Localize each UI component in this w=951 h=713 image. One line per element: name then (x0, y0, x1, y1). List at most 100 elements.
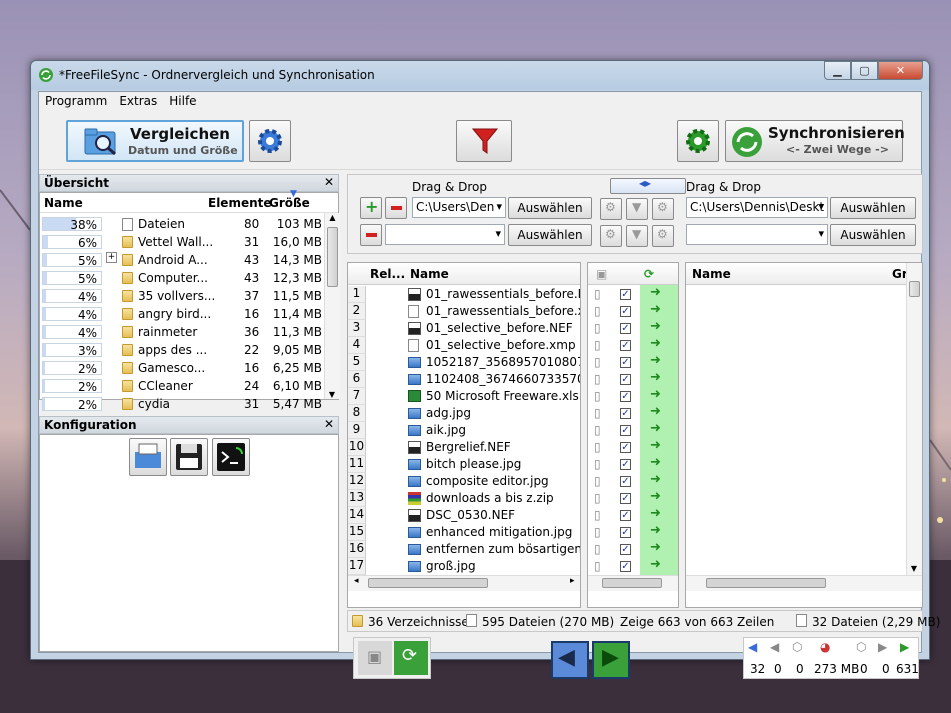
table-row[interactable]: 6 1102408_367466073357013_93 (348, 371, 580, 388)
overview-row[interactable]: 5% Computer... 43 12,3 MB (40, 269, 326, 287)
table-row[interactable]: 14 DSC_0530.NEF (348, 507, 580, 524)
copy-right-arrow-icon[interactable]: ➜ (650, 371, 663, 385)
left-select-button-2[interactable]: Auswählen (508, 224, 592, 246)
left-horizontal-scrollbar[interactable]: ◂ ▸ (348, 575, 580, 591)
copy-right-arrow-icon[interactable]: ➜ (650, 303, 663, 317)
action-row[interactable]: ▯ ✓ ➜ (588, 490, 678, 507)
include-checkbox[interactable]: ✓ (620, 527, 631, 538)
table-row[interactable]: 10 Bergrelief.NEF (348, 439, 580, 456)
action-row[interactable]: ▯ ✓ ➜ (588, 337, 678, 354)
scroll-right-icon[interactable]: ▸ (570, 576, 575, 586)
overview-row[interactable]: 4% 35 vollvers... 37 11,5 MB (40, 287, 326, 305)
overview-row[interactable]: 4% rainmeter 36 11,3 MB (40, 323, 326, 341)
copy-right-arrow-icon[interactable]: ➜ (650, 439, 663, 453)
col-elemente[interactable]: Elemente (208, 196, 272, 210)
table-row[interactable]: 8 adg.jpg (348, 405, 580, 422)
remove-folder-pair-button-2[interactable] (360, 224, 382, 246)
action-row[interactable]: ▯ ✓ ➜ (588, 473, 678, 490)
table-row[interactable]: 9 aik.jpg (348, 422, 580, 439)
copy-right-arrow-icon[interactable]: ➜ (650, 507, 663, 521)
overview-row[interactable]: 3% apps des ... 22 9,05 MB (40, 341, 326, 359)
action-row[interactable]: ▯ ✓ ➜ (588, 388, 678, 405)
table-row[interactable]: 1 01_rawessentials_before.NEF (348, 286, 580, 303)
batch-job-button[interactable] (212, 438, 250, 476)
close-button[interactable]: ✕ (878, 61, 923, 80)
right-folder-input[interactable]: C:\Users\Dennis\Deskt (686, 197, 828, 218)
scroll-thumb[interactable] (909, 281, 920, 297)
include-checkbox[interactable]: ✓ (620, 408, 631, 419)
include-checkbox[interactable]: ✓ (620, 306, 631, 317)
overview-row[interactable]: 38% Dateien 80 103 MB (40, 215, 326, 233)
scroll-down-icon[interactable]: ▼ (325, 390, 339, 399)
save-config-button[interactable] (170, 438, 208, 476)
hscroll-thumb[interactable] (706, 578, 826, 588)
include-checkbox[interactable]: ✓ (620, 493, 631, 504)
pair-sync-settings-button[interactable]: ⚙ (652, 198, 674, 220)
pair-settings-button[interactable]: ⚙ (600, 198, 622, 220)
menu-programm[interactable]: Programm (39, 92, 113, 112)
include-checkbox[interactable]: ✓ (620, 442, 631, 453)
action-row[interactable]: ▯ ✓ ➜ (588, 405, 678, 422)
copy-left-button[interactable]: ◀ (551, 641, 589, 679)
table-row[interactable]: 4 01_selective_before.xmp (348, 337, 580, 354)
action-row[interactable]: ▯ ✓ ➜ (588, 507, 678, 524)
include-checkbox[interactable]: ✓ (620, 425, 631, 436)
new-config-button[interactable] (129, 438, 167, 476)
minimize-button[interactable]: ▁ (824, 61, 851, 80)
pair-filter-button[interactable]: ▼ (626, 198, 648, 220)
overview-close-icon[interactable]: ✕ (324, 175, 334, 189)
table-row[interactable]: 3 01_selective_before.NEF (348, 320, 580, 337)
overview-row[interactable]: 5% + Android A... 43 14,3 MB (40, 251, 326, 269)
col-name[interactable]: Name (44, 196, 83, 210)
copy-right-button[interactable]: ▶ (592, 641, 630, 679)
col-name-right[interactable]: Name (692, 267, 731, 281)
copy-right-arrow-icon[interactable]: ➜ (650, 405, 663, 419)
action-row[interactable]: ▯ ✓ ➜ (588, 456, 678, 473)
action-row[interactable]: ▯ ✓ ➜ (588, 303, 678, 320)
maximize-button[interactable]: ▢ (851, 61, 878, 80)
include-checkbox[interactable]: ✓ (620, 459, 631, 470)
right-horizontal-scrollbar[interactable] (686, 575, 922, 591)
overview-row[interactable]: 2% Gamesco... 16 6,25 MB (40, 359, 326, 377)
menu-extras[interactable]: Extras (113, 92, 163, 112)
sync-direction-icon[interactable]: ⟳ (644, 267, 654, 281)
compare-button[interactable]: Vergleichen Datum und Größe (66, 120, 244, 162)
right-vertical-scrollbar[interactable]: ▼ (906, 263, 922, 575)
pair2-filter-button[interactable]: ▼ (626, 225, 648, 247)
camera-icon[interactable]: ▣ (596, 267, 607, 281)
overview-row[interactable]: 2% cydia 31 5,47 MB (40, 395, 326, 413)
copy-right-arrow-icon[interactable]: ➜ (650, 354, 663, 368)
overview-row[interactable]: 2% CCleaner 24 6,10 MB (40, 377, 326, 395)
table-row[interactable]: 7 50 Microsoft Freeware.xls (348, 388, 580, 405)
hscroll-thumb[interactable] (602, 578, 662, 588)
compare-settings-button[interactable] (249, 120, 291, 162)
sync-settings-button[interactable] (677, 120, 719, 162)
action-row[interactable]: ▯ ✓ ➜ (588, 541, 678, 558)
include-checkbox[interactable]: ✓ (620, 289, 631, 300)
copy-right-arrow-icon[interactable]: ➜ (650, 388, 663, 402)
copy-right-arrow-icon[interactable]: ➜ (650, 337, 663, 351)
overview-scrollbar[interactable]: ▲ ▼ (324, 213, 340, 399)
action-row[interactable]: ▯ ✓ ➜ (588, 558, 678, 575)
scroll-up-icon[interactable]: ▲ (325, 213, 340, 222)
filter-button[interactable] (456, 120, 512, 162)
title-bar[interactable]: *FreeFileSync - Ordnervergleich und Sync… (31, 61, 929, 89)
include-checkbox[interactable]: ✓ (620, 323, 631, 334)
action-row[interactable]: ▯ ✓ ➜ (588, 371, 678, 388)
copy-right-arrow-icon[interactable]: ➜ (650, 558, 663, 572)
add-folder-pair-button[interactable]: + (360, 197, 382, 219)
swap-sides-button[interactable]: ◂▸ (610, 176, 686, 194)
include-checkbox[interactable]: ✓ (620, 544, 631, 555)
overview-row[interactable]: 4% angry bird... 16 11,4 MB (40, 305, 326, 323)
action-row[interactable]: ▯ ✓ ➜ (588, 354, 678, 371)
table-row[interactable]: 13 downloads a bis z.zip (348, 490, 580, 507)
synchronize-button[interactable]: Synchronisieren <- Zwei Wege -> (725, 120, 905, 162)
overview-row[interactable]: 6% Vettel Wall... 31 16,0 MB (40, 233, 326, 251)
pair2-sync-settings-button[interactable]: ⚙ (652, 225, 674, 247)
copy-right-arrow-icon[interactable]: ➜ (650, 320, 663, 334)
right-select-button[interactable]: Auswählen (830, 197, 916, 219)
scroll-down-icon[interactable]: ▼ (907, 564, 921, 573)
config-close-icon[interactable]: ✕ (324, 417, 334, 431)
remove-folder-pair-button[interactable] (385, 197, 407, 219)
action-row[interactable]: ▯ ✓ ➜ (588, 524, 678, 541)
